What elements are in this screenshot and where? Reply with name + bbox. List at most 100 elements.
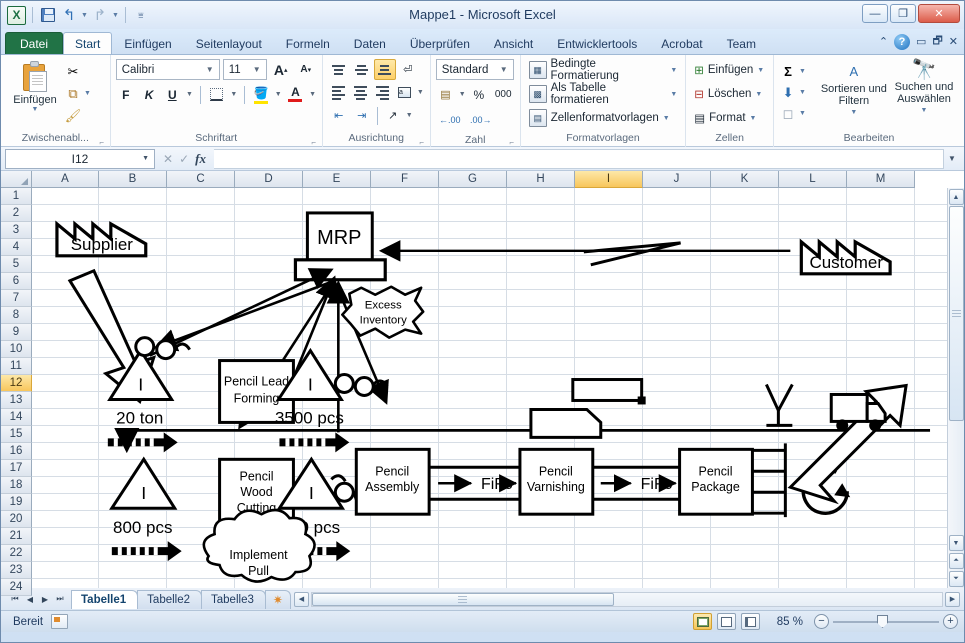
- row-header-19[interactable]: 19: [1, 494, 32, 511]
- row-header-15[interactable]: 15: [1, 426, 32, 443]
- tab-ueberpruefen[interactable]: Überprüfen: [398, 32, 482, 54]
- wrap-text-button[interactable]: ⏎: [397, 59, 419, 80]
- value-stream-map-canvas[interactable]: Supplier Customer MRP Excess Inventory I…: [32, 188, 947, 588]
- horizontal-scroll-track[interactable]: [310, 591, 943, 607]
- increase-decimal-button[interactable]: ←.00: [436, 109, 464, 130]
- tab-einfuegen[interactable]: Einfügen: [112, 32, 183, 54]
- row-header-10[interactable]: 10: [1, 341, 32, 358]
- view-pagelayout-button[interactable]: [717, 613, 736, 630]
- next-page-button[interactable]: ⏷: [948, 571, 964, 587]
- column-header-k[interactable]: K: [711, 171, 779, 188]
- selected-rectangle-shape[interactable]: [571, 378, 646, 405]
- horizontal-scroll-thumb[interactable]: [311, 592, 614, 606]
- production-kanban-card[interactable]: [529, 407, 603, 439]
- tab-formeln[interactable]: Formeln: [274, 32, 342, 54]
- decrease-indent-button[interactable]: ⇤: [328, 105, 350, 126]
- accounting-dropdown-icon[interactable]: ▼: [458, 91, 466, 98]
- find-select-button[interactable]: 🔭 Suchen und Auswählen ▼: [889, 59, 959, 132]
- font-name-combo[interactable]: Calibri ▼: [115, 59, 220, 80]
- doc-close-icon[interactable]: ✕: [949, 35, 958, 48]
- tab-seitenlayout[interactable]: Seitenlayout: [184, 32, 274, 54]
- scroll-down-button[interactable]: ▼: [948, 535, 964, 551]
- align-left-button[interactable]: [328, 82, 349, 103]
- maximize-button[interactable]: ❐: [890, 4, 916, 23]
- view-pagebreak-button[interactable]: [741, 613, 760, 630]
- format-painter-button[interactable]: 🖌: [64, 105, 91, 126]
- sheet-tab-tabelle2[interactable]: Tabelle2: [137, 589, 203, 609]
- doc-restore-icon[interactable]: 🗗: [932, 32, 942, 51]
- inventory-triangle-3[interactable]: I 800 pcs: [109, 456, 178, 537]
- number-dialog-launcher[interactable]: ⌐: [508, 138, 516, 147]
- column-header-b[interactable]: B: [99, 171, 167, 188]
- scroll-up-button[interactable]: ▲: [948, 189, 964, 205]
- undo-icon[interactable]: ↰: [60, 6, 78, 24]
- zoom-in-button[interactable]: +: [943, 614, 958, 629]
- orientation-button[interactable]: ↗: [382, 105, 404, 126]
- process-box-pencil-assembly[interactable]: Pencil Assembly: [354, 447, 431, 516]
- sheet-tab-tabelle3[interactable]: Tabelle3: [201, 589, 266, 609]
- delete-cells-button[interactable]: ⊟ Löschen ▼: [691, 82, 768, 106]
- autosum-button[interactable]: Σ ▼: [779, 61, 819, 82]
- zoom-slider-track[interactable]: [833, 614, 939, 629]
- paste-button[interactable]: Einfügen ▼: [6, 59, 64, 132]
- row-header-2[interactable]: 2: [1, 205, 32, 222]
- align-center-button[interactable]: [350, 82, 371, 103]
- redo-icon[interactable]: ↱: [91, 6, 109, 24]
- row-header-9[interactable]: 9: [1, 324, 32, 341]
- bold-button[interactable]: F: [116, 84, 136, 105]
- process-box-pencil-varnishing[interactable]: Pencil Varnishing: [518, 447, 595, 516]
- sort-filter-button[interactable]: A Sortieren und Filtern ▼: [819, 59, 889, 132]
- paste-dropdown-icon[interactable]: ▼: [32, 106, 39, 113]
- column-header-j[interactable]: J: [643, 171, 711, 188]
- column-header-a[interactable]: A: [32, 171, 99, 188]
- redo-dropdown-icon[interactable]: ▼: [112, 12, 119, 19]
- zoom-level[interactable]: 85 %: [765, 616, 809, 628]
- column-header-d[interactable]: D: [235, 171, 303, 188]
- format-as-table-button[interactable]: ▩ Als Tabelle formatieren ▼: [526, 82, 681, 106]
- row-header-17[interactable]: 17: [1, 460, 32, 477]
- borders-button[interactable]: [207, 84, 227, 105]
- zoom-slider[interactable]: − +: [814, 614, 958, 629]
- font-color-dropdown-icon[interactable]: ▼: [309, 91, 317, 98]
- customer-node[interactable]: Customer: [799, 238, 892, 276]
- shrink-font-button[interactable]: A ▾: [295, 59, 317, 80]
- next-sheet-icon[interactable]: ▶: [38, 592, 52, 607]
- column-header-g[interactable]: G: [439, 171, 507, 188]
- kaizen-burst-excess-inventory[interactable]: Excess Inventory: [341, 285, 425, 339]
- row-header-16[interactable]: 16: [1, 443, 32, 460]
- font-size-combo[interactable]: 11 ▼: [222, 59, 267, 80]
- vertical-scroll-thumb[interactable]: [948, 206, 964, 421]
- underline-button[interactable]: U: [162, 84, 182, 105]
- tab-team[interactable]: Team: [715, 32, 768, 54]
- align-top-button[interactable]: [328, 59, 350, 80]
- align-bottom-button[interactable]: [373, 59, 396, 80]
- cancel-formula-icon[interactable]: ✕: [163, 152, 173, 166]
- chevron-down-icon[interactable]: ▼: [142, 155, 149, 162]
- row-header-3[interactable]: 3: [1, 222, 32, 239]
- tab-datei[interactable]: Datei: [5, 32, 64, 54]
- excel-logo-icon[interactable]: X: [7, 5, 26, 25]
- row-header-13[interactable]: 13: [1, 392, 32, 409]
- record-macro-icon[interactable]: [51, 614, 69, 629]
- previous-page-button[interactable]: ⏶: [948, 553, 964, 569]
- row-header-5[interactable]: 5: [1, 256, 32, 273]
- fill-color-dropdown-icon[interactable]: ▼: [274, 91, 282, 98]
- fill-button[interactable]: ⬇ ▼: [779, 82, 819, 103]
- borders-dropdown-icon[interactable]: ▼: [230, 91, 238, 98]
- row-header-11[interactable]: 11: [1, 358, 32, 375]
- font-dialog-launcher[interactable]: ⌐: [310, 138, 318, 147]
- row-header-24[interactable]: 24: [1, 579, 32, 596]
- close-button[interactable]: ✕: [918, 4, 960, 23]
- column-header-e[interactable]: E: [303, 171, 371, 188]
- grow-font-button[interactable]: A ▴: [270, 59, 292, 80]
- formula-input[interactable]: [213, 148, 944, 169]
- column-header-c[interactable]: C: [167, 171, 235, 188]
- column-header-l[interactable]: L: [779, 171, 847, 188]
- undo-dropdown-icon[interactable]: ▼: [81, 12, 88, 19]
- row-header-6[interactable]: 6: [1, 273, 32, 290]
- expand-formula-bar-icon[interactable]: ▼: [944, 149, 960, 169]
- scroll-left-button[interactable]: ◀: [293, 591, 309, 607]
- increase-indent-button[interactable]: ⇥: [351, 105, 373, 126]
- column-header-h[interactable]: H: [507, 171, 575, 188]
- accounting-format-button[interactable]: ▤: [436, 84, 456, 105]
